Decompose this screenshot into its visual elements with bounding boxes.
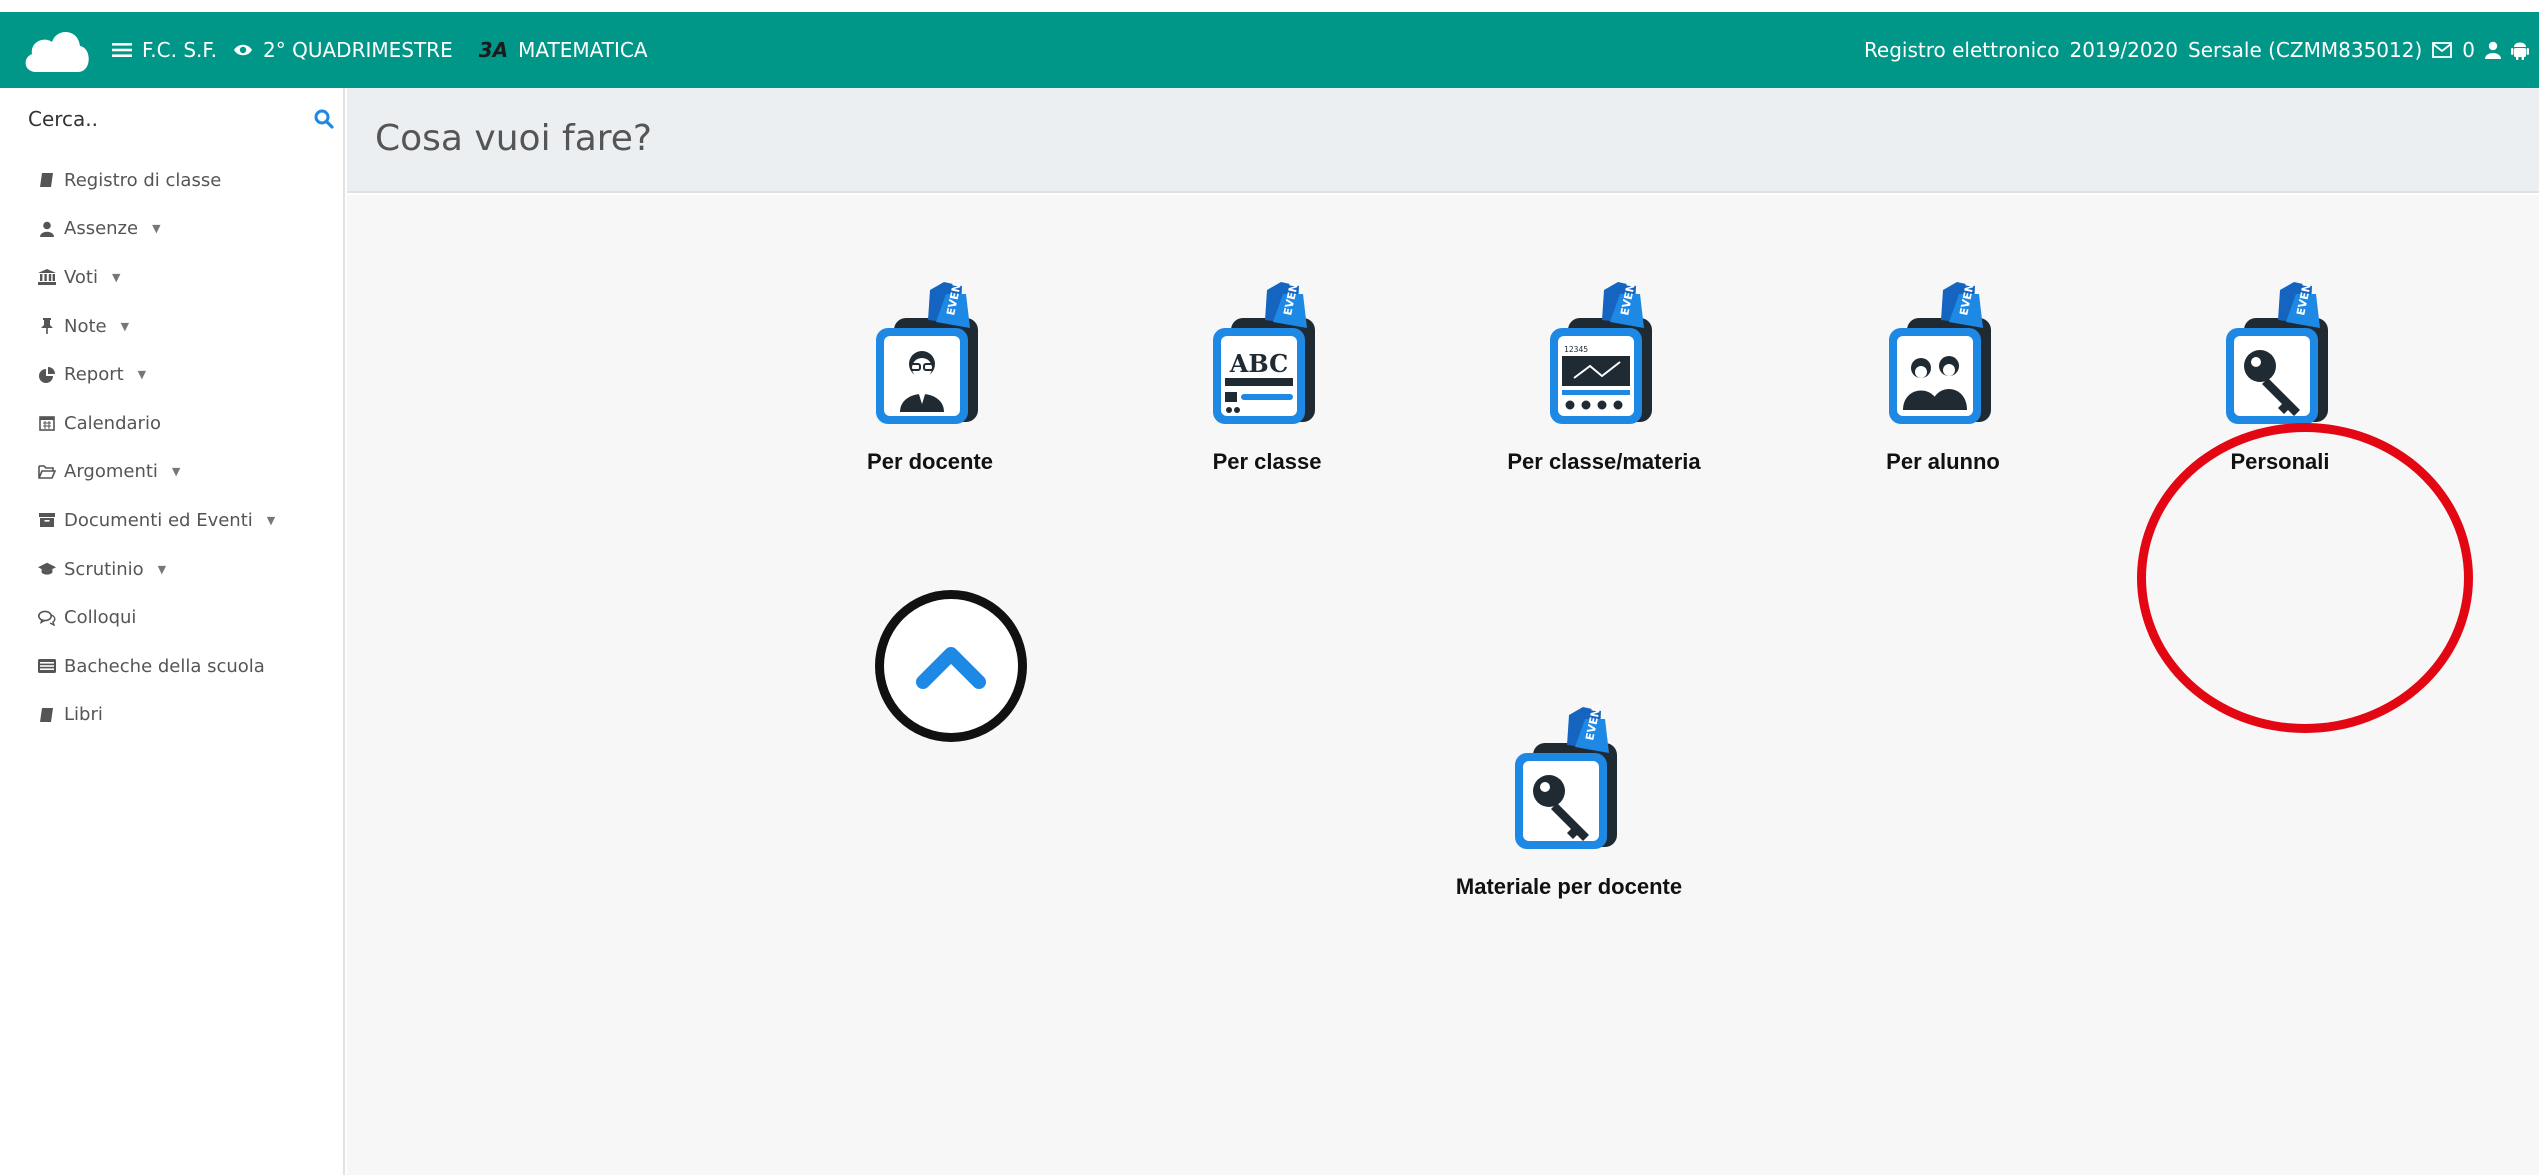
sidebar-item-label: Report: [64, 364, 124, 386]
sidebar-item-voti[interactable]: Voti ▼: [38, 253, 275, 302]
tile-label: Materiale per docente: [1455, 874, 1683, 899]
sidebar-search: [28, 102, 338, 136]
sidebar-item-documenti-ed-eventi[interactable]: Documenti ed Eventi ▼: [38, 496, 275, 545]
caret-down-icon: ▼: [120, 319, 130, 333]
pie-chart-icon: [38, 366, 56, 384]
graduation-cap-icon: [38, 560, 56, 578]
sidebar-item-label: Documenti ed Eventi: [64, 509, 253, 531]
calendar-icon: [38, 414, 56, 432]
cloud-logo-icon[interactable]: [22, 20, 92, 80]
sidebar-item-label: Registro di classe: [64, 169, 222, 191]
school-year[interactable]: 2019/2020: [2069, 38, 2178, 62]
caret-down-icon: ▼: [157, 562, 167, 576]
annotation-highlight-circle: [2137, 423, 2473, 733]
user-icon[interactable]: [2485, 41, 2501, 59]
tile-label: Per alunno: [1886, 449, 2000, 474]
sidebar-item-note[interactable]: Note ▼: [38, 302, 275, 351]
envelope-icon[interactable]: [2432, 42, 2453, 58]
svg-text:12345: 12345: [1564, 345, 1588, 354]
tile-per-docente[interactable]: Per docente: [800, 280, 1060, 475]
school-name[interactable]: Sersale (CZMM835012): [2188, 38, 2422, 62]
caret-down-icon: ▼: [266, 513, 276, 527]
sidebar-item-calendario[interactable]: Calendario: [38, 399, 275, 448]
page-header: Cosa vuoi fare?: [347, 88, 2539, 193]
subject-label[interactable]: MATEMATICA: [518, 38, 647, 62]
class-badge[interactable]: 3A: [479, 38, 508, 62]
page-title: Cosa vuoi fare?: [375, 118, 653, 159]
pin-icon: [38, 317, 56, 335]
tile-label: Per classe/materia: [1507, 449, 1701, 474]
key-icon: [1509, 705, 1629, 855]
sidebar-item-scrutinio[interactable]: Scrutinio ▼: [38, 545, 275, 594]
search-input[interactable]: [28, 107, 278, 131]
eye-icon: [233, 43, 253, 57]
back-up-button[interactable]: [875, 590, 1027, 742]
svg-text:ABC: ABC: [1229, 349, 1288, 378]
key-icon: [2220, 280, 2340, 430]
bank-icon: [38, 268, 56, 286]
tile-per-alunno[interactable]: Per alunno: [1813, 280, 2073, 475]
sidebar-item-assenze[interactable]: Assenze ▼: [38, 205, 275, 254]
top-bar: F.C. S.F. 2° QUADRIMESTRE 3A MATEMATICA …: [0, 12, 2539, 88]
caret-down-icon: ▼: [112, 270, 121, 284]
sidebar-item-registro-di-classe[interactable]: Registro di classe: [38, 156, 275, 205]
period-label[interactable]: 2° QUADRIMESTRE: [263, 38, 453, 62]
teacher-icon: [870, 280, 990, 430]
sidebar-item-label: Bacheche della scuola: [64, 655, 265, 677]
book-icon: [38, 706, 56, 724]
user-initials[interactable]: F.C. S.F.: [142, 38, 217, 62]
sidebar-item-label: Voti: [64, 266, 98, 288]
tile-materiale-per-docente[interactable]: Materiale per docente: [1439, 705, 1699, 900]
tile-label: Per classe: [1212, 449, 1322, 474]
sidebar-item-label: Note: [64, 315, 107, 337]
students-icon: [1883, 280, 2003, 430]
sidebar-item-report[interactable]: Report ▼: [38, 350, 275, 399]
tile-per-classe-materia[interactable]: 12345 Per classe/materia: [1474, 280, 1734, 475]
caret-down-icon: ▼: [171, 465, 181, 479]
sidebar-item-libri[interactable]: Libri: [38, 691, 275, 740]
caret-down-icon: ▼: [137, 368, 147, 382]
android-icon[interactable]: [2511, 40, 2529, 60]
book-icon: [38, 171, 56, 189]
sidebar-item-label: Scrutinio: [64, 558, 144, 580]
sidebar-item-bacheche-della-scuola[interactable]: Bacheche della scuola: [38, 642, 275, 691]
app-name: Registro elettronico: [1863, 38, 2060, 62]
sidebar-item-label: Libri: [64, 704, 103, 726]
menu-icon[interactable]: [112, 42, 132, 58]
folder-open-icon: [38, 463, 56, 481]
comments-icon: [38, 609, 56, 627]
sidebar-item-label: Assenze: [64, 218, 139, 240]
sidebar-nav: Registro di classe Assenze ▼ Voti ▼ Note…: [38, 156, 275, 739]
board-icon: [38, 657, 56, 675]
sidebar-item-label: Colloqui: [64, 607, 137, 629]
archive-icon: [38, 511, 56, 529]
user-icon: [38, 220, 56, 238]
sidebar: Registro di classe Assenze ▼ Voti ▼ Note…: [0, 88, 345, 1175]
sidebar-item-argomenti[interactable]: Argomenti ▼: [38, 448, 275, 497]
sidebar-item-label: Calendario: [64, 412, 161, 434]
abc-class-icon: ABC: [1207, 280, 1327, 430]
tile-per-classe[interactable]: ABC Per classe: [1137, 280, 1397, 475]
sidebar-item-colloqui[interactable]: Colloqui: [38, 593, 275, 642]
tile-label: Per docente: [867, 449, 993, 474]
chevron-up-icon: [916, 647, 986, 689]
main-content: Per docente ABC Per classe 12345 Per cla…: [347, 195, 2539, 1175]
sidebar-item-label: Argomenti: [64, 461, 158, 483]
caret-down-icon: ▼: [152, 222, 161, 236]
search-icon[interactable]: [314, 109, 334, 129]
message-count[interactable]: 0: [2462, 38, 2475, 62]
class-subject-icon: 12345: [1544, 280, 1664, 430]
